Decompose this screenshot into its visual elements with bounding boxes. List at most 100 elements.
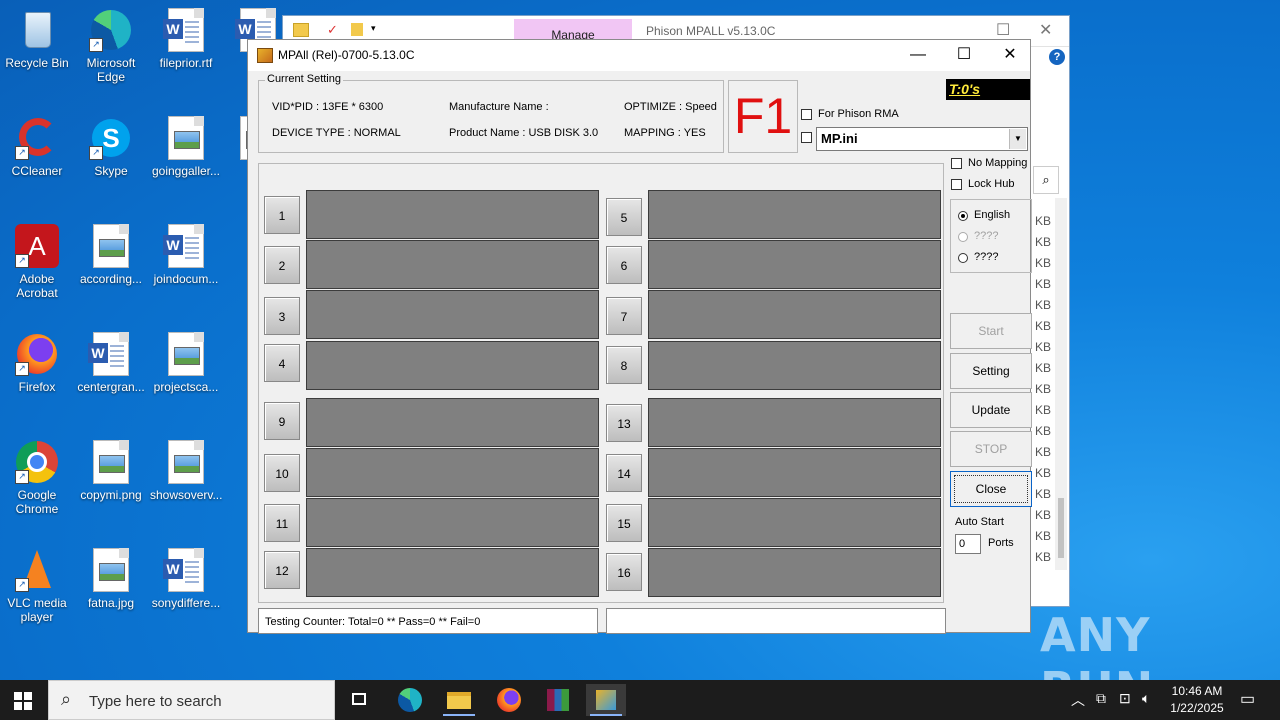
port-area: 1 2 3 4 5 6 7 8 9 10 11 12 13 14 15 16	[258, 163, 944, 603]
for-phison-rma-checkbox[interactable]	[801, 109, 812, 120]
help-icon[interactable]: ?	[1049, 49, 1065, 65]
port-14-button[interactable]: 14	[606, 454, 642, 492]
mpall-taskbar-icon[interactable]	[586, 684, 626, 716]
manufacture-name-label: Manufacture Name :	[449, 101, 549, 113]
clock-date: 1/22/2025	[1170, 701, 1224, 715]
port-2-button[interactable]: 2	[264, 246, 300, 284]
minimize-button[interactable]: —	[898, 44, 938, 68]
chevron-up-icon[interactable]: ︿	[1071, 690, 1085, 710]
task-view-icon[interactable]	[340, 684, 380, 716]
network-device-icon[interactable]: ⧉	[1096, 690, 1106, 707]
new-folder-icon[interactable]	[351, 23, 363, 36]
port-13-button[interactable]: 13	[606, 404, 642, 442]
volume-icon[interactable]: 🔈︎	[1142, 690, 1150, 707]
word-document-icon: W	[163, 224, 208, 268]
port-12-button[interactable]: 12	[264, 551, 300, 589]
desktop-icon-showsoverv[interactable]: showsoverv...	[150, 440, 222, 502]
port-12-status	[306, 548, 599, 597]
desktop-icon-recycle-bin[interactable]: Recycle Bin	[1, 8, 73, 70]
port-10-status	[306, 448, 599, 497]
no-mapping-checkbox[interactable]	[951, 158, 962, 169]
taskbar-search-box[interactable]: ⌕ Type here to search	[48, 680, 335, 720]
port-9-button[interactable]: 9	[264, 402, 300, 440]
stop-button[interactable]: STOP	[950, 431, 1032, 467]
quick-access-dropdown-icon[interactable]: ▾	[371, 23, 376, 34]
f1-indicator: F1	[728, 80, 798, 153]
explorer-title: Phison MPALL v5.13.0C	[646, 24, 776, 38]
desktop-icon-adobe-acrobat[interactable]: A ↗ Adobe Acrobat	[1, 224, 73, 300]
language-2-radio[interactable]	[958, 232, 968, 242]
desktop-icon-sonydiffere[interactable]: W sonydiffere...	[150, 548, 222, 610]
start-button[interactable]: Start	[950, 313, 1032, 349]
close-window-button[interactable]: ✕	[990, 44, 1030, 68]
port-7-status	[648, 290, 941, 339]
port-8-button[interactable]: 8	[606, 346, 642, 384]
language-english-radio[interactable]	[958, 211, 968, 221]
port-13-status	[648, 398, 941, 447]
desktop-icon-joindocum[interactable]: W joindocum...	[150, 224, 222, 286]
firefox-taskbar-icon[interactable]	[489, 684, 529, 716]
skype-icon: S ↗	[89, 116, 133, 160]
port-6-button[interactable]: 6	[606, 246, 642, 284]
vlc-icon: ↗	[15, 548, 59, 592]
close-icon[interactable]: ✕	[1039, 20, 1052, 40]
image-file-icon	[164, 332, 208, 376]
port-7-button[interactable]: 7	[606, 297, 642, 335]
chevron-down-icon[interactable]: ▼	[1009, 129, 1026, 149]
language-3-radio[interactable]	[958, 253, 968, 263]
port-15-status	[648, 498, 941, 547]
ini-file-select[interactable]: MP.ini ▼	[816, 127, 1028, 151]
port-3-button[interactable]: 3	[264, 297, 300, 335]
desktop-icon-skype[interactable]: S ↗ Skype	[75, 116, 147, 178]
language-group: English ???? ????	[950, 199, 1032, 273]
port-16-status	[648, 548, 941, 597]
port-4-status	[306, 341, 599, 390]
port-11-status	[306, 498, 599, 547]
port-11-button[interactable]: 11	[264, 504, 300, 542]
maximize-button[interactable]: ☐	[944, 44, 984, 68]
update-button[interactable]: Update	[950, 392, 1032, 428]
desktop-icon-projectsca[interactable]: projectsca...	[150, 332, 222, 394]
desktop-icon-firefox[interactable]: ↗ Firefox	[1, 332, 73, 394]
desktop-icon-centergran[interactable]: W centergran...	[75, 332, 147, 394]
ccleaner-icon: ↗	[15, 116, 59, 160]
file-explorer-taskbar-icon[interactable]	[439, 684, 479, 716]
network-icon[interactable]: ⊡	[1119, 690, 1131, 707]
desktop-icon-fileprior[interactable]: W fileprior.rtf	[150, 8, 222, 70]
desktop-icon-microsoft-edge[interactable]: ↗ Microsoft Edge	[75, 8, 147, 84]
file-size-column: KB KB KB KB KB KB KB KB KB KB KB KB KB KB KB KB …	[1035, 214, 1052, 564]
desktop-icon-ccleaner[interactable]: ↗ CCleaner	[1, 116, 73, 178]
port-4-button[interactable]: 4	[264, 344, 300, 382]
notification-icon[interactable]: ▭	[1240, 689, 1255, 709]
windows-start-icon[interactable]	[14, 692, 32, 710]
port-14-status	[648, 448, 941, 497]
desktop-icon-according[interactable]: according...	[75, 224, 147, 286]
winrar-taskbar-icon[interactable]	[538, 684, 578, 716]
desktop-icon-vlc[interactable]: ↗ VLC media player	[1, 548, 73, 624]
restore-icon[interactable]: ☐	[996, 20, 1010, 40]
ini-checkbox[interactable]	[801, 132, 812, 143]
setting-button[interactable]: Setting	[950, 353, 1032, 389]
adobe-acrobat-icon: A ↗	[15, 224, 59, 268]
port-10-button[interactable]: 10	[264, 454, 300, 492]
port-5-button[interactable]: 5	[606, 198, 642, 236]
edge-taskbar-icon[interactable]	[390, 684, 430, 716]
system-clock[interactable]: 10:46 AM 1/22/2025	[1162, 683, 1232, 717]
port-15-button[interactable]: 15	[606, 504, 642, 542]
desktop-icon-fatna[interactable]: fatna.jpg	[75, 548, 147, 610]
close-button[interactable]: Close	[950, 471, 1032, 507]
current-setting-legend: Current Setting	[265, 73, 343, 85]
ini-file-value: MP.ini	[821, 131, 858, 146]
recycle-bin-icon	[15, 8, 59, 52]
properties-icon[interactable]: ✓	[327, 22, 338, 38]
desktop-icon-google-chrome[interactable]: ↗ Google Chrome	[1, 440, 73, 516]
port-8-status	[648, 341, 941, 390]
auto-start-ports-input[interactable]: 0	[955, 534, 981, 554]
search-icon[interactable]: ⌕	[1033, 166, 1059, 194]
desktop-icon-goinggaller[interactable]: goinggaller...	[150, 116, 222, 178]
port-1-button[interactable]: 1	[264, 196, 300, 234]
desktop-icon-copymi[interactable]: copymi.png	[75, 440, 147, 502]
explorer-scrollbar[interactable]	[1055, 198, 1067, 570]
port-16-button[interactable]: 16	[606, 553, 642, 591]
lock-hub-checkbox[interactable]	[951, 179, 962, 190]
